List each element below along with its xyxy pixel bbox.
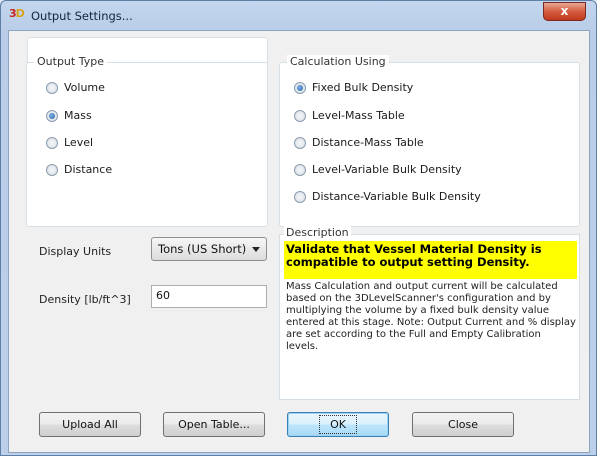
output-type-level[interactable]: Level <box>46 136 93 149</box>
ok-button[interactable]: OK <box>287 412 389 437</box>
open-table-button[interactable]: Open Table... <box>163 412 265 437</box>
radio-distance-label: Distance <box>64 163 113 176</box>
density-input[interactable]: 60 <box>151 285 267 308</box>
calculation-using-title: Calculation Using <box>287 55 389 68</box>
display-units-dropdown[interactable]: Tons (US Short) <box>151 237 267 261</box>
calc-distance-mass-table[interactable]: Distance-Mass Table <box>294 136 424 149</box>
calc-level-mass-table[interactable]: Level-Mass Table <box>294 109 405 122</box>
chevron-down-icon <box>252 247 260 252</box>
title-bar[interactable]: 3D Output Settings... x <box>1 1 596 29</box>
close-window-button[interactable]: x <box>543 2 586 21</box>
radio-level-mass-table[interactable] <box>294 109 306 122</box>
ok-button-label: OK <box>319 415 357 434</box>
output-type-distance[interactable]: Distance <box>46 163 112 176</box>
radio-volume-label: Volume <box>64 81 105 94</box>
description-box: Validate that Vessel Material Density is… <box>279 234 580 400</box>
radio-fixed-bulk-density[interactable] <box>294 81 306 94</box>
calc-level-variable-bulk-density[interactable]: Level-Variable Bulk Density <box>294 163 462 176</box>
radio-volume[interactable] <box>46 81 58 94</box>
radio-level[interactable] <box>46 136 58 149</box>
radio-level-variable-bulk-density[interactable] <box>294 163 306 176</box>
radio-mass-label: Mass <box>64 109 92 122</box>
display-units-value: Tons (US Short) <box>158 242 247 256</box>
3d-level-scanner-icon: 3D <box>9 7 25 20</box>
radio-distance[interactable] <box>46 163 58 176</box>
density-label: Density [lb/ft^3] <box>39 293 131 306</box>
radio-level-label: Level <box>64 136 94 149</box>
radio-distance-mass-table-label: Distance-Mass Table <box>312 136 424 149</box>
radio-distance-variable-bulk-density[interactable] <box>294 190 306 203</box>
output-settings-window: 3D Output Settings... x Output Type Volu… <box>0 0 597 456</box>
close-button[interactable]: Close <box>412 412 514 437</box>
upload-all-button[interactable]: Upload All <box>39 412 141 437</box>
radio-distance-mass-table[interactable] <box>294 136 306 149</box>
description-warning: Validate that Vessel Material Density is… <box>284 241 577 279</box>
calc-distance-variable-bulk-density[interactable]: Distance-Variable Bulk Density <box>294 190 481 203</box>
radio-distance-variable-bulk-density-label: Distance-Variable Bulk Density <box>312 190 481 203</box>
display-units-label: Display Units <box>39 245 112 258</box>
output-type-title: Output Type <box>34 55 107 68</box>
output-type-volume[interactable]: Volume <box>46 81 105 94</box>
radio-level-mass-table-label: Level-Mass Table <box>312 109 405 122</box>
calc-fixed-bulk-density[interactable]: Fixed Bulk Density <box>294 81 413 94</box>
radio-level-variable-bulk-density-label: Level-Variable Bulk Density <box>312 163 462 176</box>
radio-fixed-bulk-density-label: Fixed Bulk Density <box>312 81 414 94</box>
radio-mass[interactable] <box>46 109 58 122</box>
description-title: Description <box>284 226 351 239</box>
output-type-mass[interactable]: Mass <box>46 109 92 122</box>
description-body: Mass Calculation and output current will… <box>286 281 576 352</box>
window-title: Output Settings... <box>31 9 133 23</box>
